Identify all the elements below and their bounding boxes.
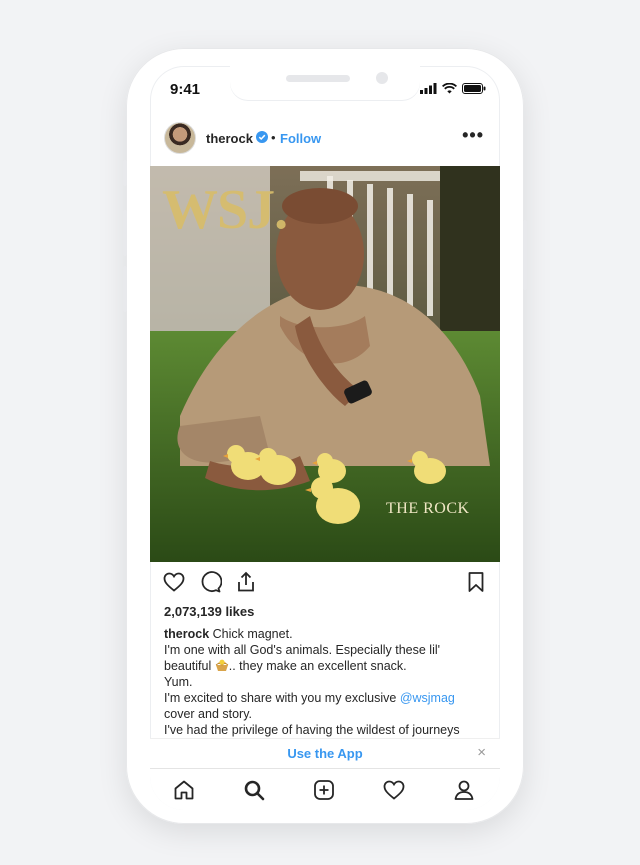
follow-button[interactable]: Follow <box>280 131 321 146</box>
verified-badge-icon <box>256 131 268 143</box>
profile-icon[interactable] <box>452 778 476 802</box>
caption-line: .. they make an excellent snack. <box>228 659 407 673</box>
bookmark-icon[interactable] <box>464 570 488 594</box>
likes-count[interactable]: 2,073,139 likes <box>164 604 254 619</box>
cover-title: THE ROCK <box>386 500 470 517</box>
side-button <box>523 220 527 290</box>
use-app-banner: Use the App × <box>150 738 500 768</box>
activity-heart-icon[interactable] <box>382 778 406 802</box>
notch <box>230 66 420 100</box>
caption-line: Yum. <box>164 675 193 689</box>
mention-link[interactable]: @wsjmag <box>400 691 455 705</box>
bottom-tab-bar <box>150 768 500 810</box>
search-icon[interactable] <box>242 778 266 802</box>
wifi-icon <box>442 83 457 94</box>
home-icon[interactable] <box>172 778 196 802</box>
speaker <box>286 75 350 82</box>
use-app-button[interactable]: Use the App <box>150 746 500 761</box>
post-caption: therock Chick magnet. I'm one with all G… <box>164 626 486 738</box>
more-options-button[interactable]: ••• <box>462 125 484 146</box>
caption-line: cover and story. <box>164 707 253 721</box>
battery-icon <box>462 83 486 94</box>
caption-line: I'm excited to share with you my exclusi… <box>164 691 400 705</box>
side-button <box>123 160 127 186</box>
signal-icon <box>420 83 437 94</box>
share-icon[interactable] <box>234 570 258 594</box>
phone-screen: 9:41 therock • Follow ••• WSJ. THE ROCK … <box>150 66 500 810</box>
caption-line: Chick magnet. <box>212 627 293 641</box>
close-banner-button[interactable]: × <box>477 744 486 761</box>
caption-line: I'm one with all God's animals. Especial… <box>164 643 441 657</box>
post-username[interactable]: therock <box>206 131 253 146</box>
magazine-logo: WSJ. <box>162 179 288 241</box>
post-image[interactable]: WSJ. THE ROCK <box>150 166 500 562</box>
status-icons <box>420 83 486 94</box>
avatar[interactable] <box>164 122 196 154</box>
add-post-icon[interactable] <box>312 778 336 802</box>
like-heart-icon[interactable] <box>162 570 186 594</box>
caption-username[interactable]: therock <box>164 627 209 641</box>
comment-icon[interactable] <box>198 570 222 594</box>
side-button <box>123 210 127 256</box>
caption-line: beautiful <box>164 659 212 673</box>
post-header: therock • Follow ••• <box>150 114 500 166</box>
post-actions <box>150 562 500 602</box>
camera <box>376 72 388 84</box>
chick-emoji-icon <box>215 659 229 671</box>
separator-dot: • <box>271 130 276 145</box>
status-time: 9:41 <box>170 81 201 98</box>
caption-line: I've had the privilege of having the wil… <box>164 723 460 737</box>
side-button <box>123 266 127 312</box>
